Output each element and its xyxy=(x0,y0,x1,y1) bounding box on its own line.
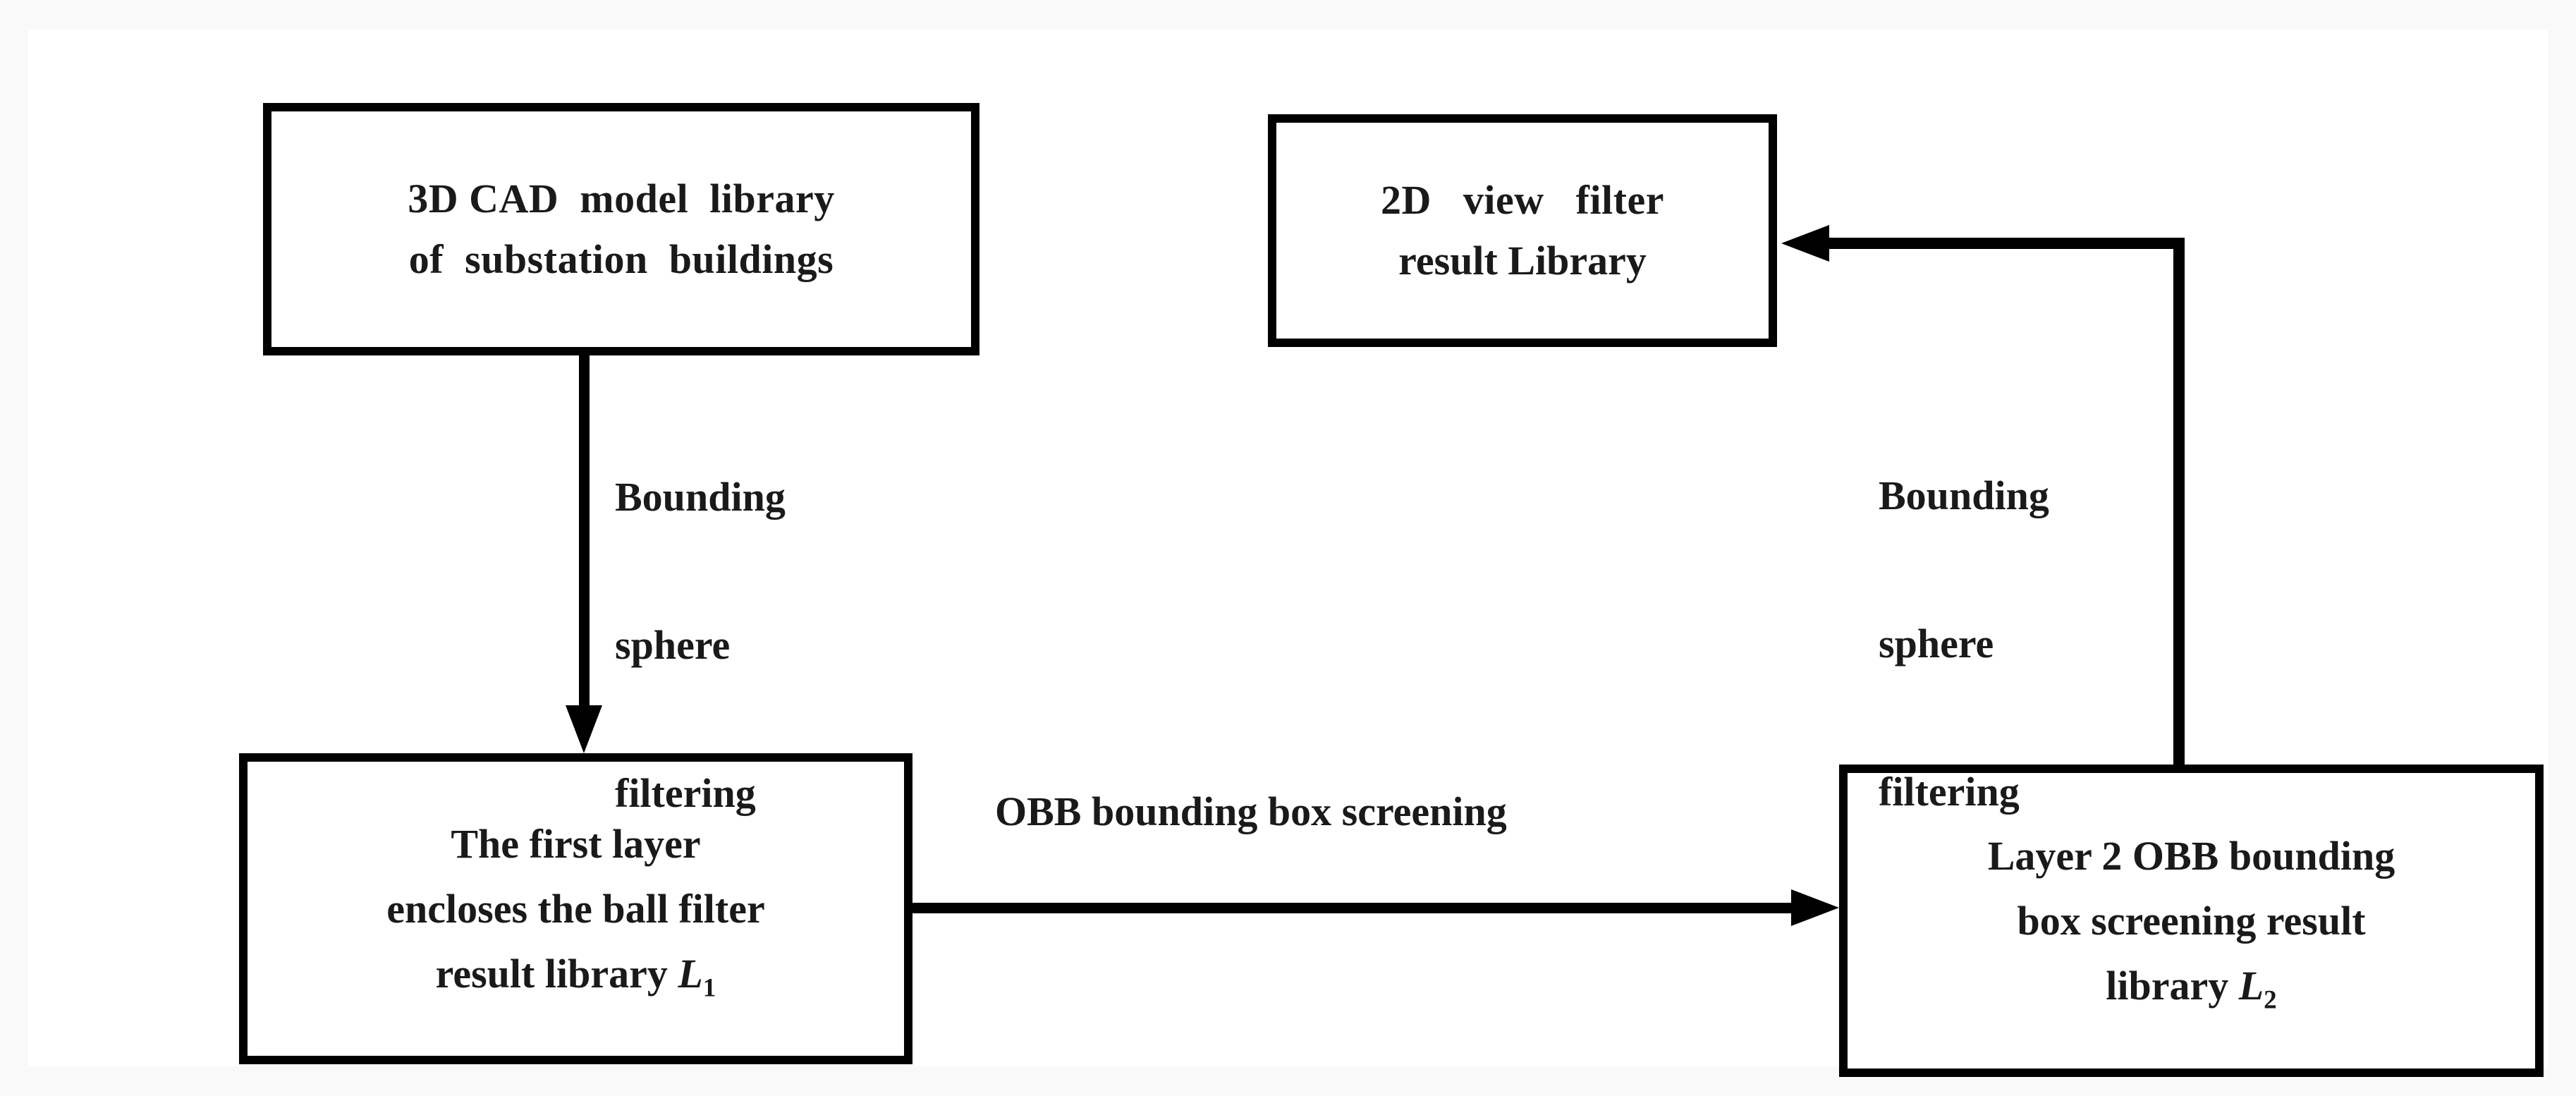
node-view-line-2: result Library xyxy=(1398,238,1647,284)
edge-label-left-line-3: filtering xyxy=(615,770,756,816)
arrowhead-left-icon xyxy=(1781,225,1829,262)
node-l1-line-3: result library L1 xyxy=(435,950,716,1001)
connector-layer2-to-view-horizontal xyxy=(1819,238,2185,249)
node-2d-view-filter-result-library[interactable]: 2D view filter result Library xyxy=(1268,114,1777,347)
diagram-page: 3D CAD model library of substation build… xyxy=(0,0,2576,1096)
edge-label-right-line-3: filtering xyxy=(1879,769,2020,815)
node-layer1-result-library[interactable]: The first layer encloses the ball filter… xyxy=(239,753,912,1064)
node-view-line-1: 2D view filter xyxy=(1381,177,1664,223)
edge-label-layer1-to-layer2: OBB bounding box screening xyxy=(995,788,1507,834)
node-l2-library-subscript: 2 xyxy=(2264,985,2277,1015)
node-l1-library-subscript: 1 xyxy=(702,973,716,1003)
edge-label-right-line-2: sphere xyxy=(1879,621,1994,666)
edge-label-layer2-to-view: Bounding sphere filtering xyxy=(1879,381,2049,907)
node-l2-line-3: library L2 xyxy=(2106,962,2276,1013)
diagram-canvas: 3D CAD model library of substation build… xyxy=(28,30,2548,1077)
node-l1-library-symbol: L xyxy=(678,950,703,997)
node-l1-line-3-prefix: result library xyxy=(435,950,678,997)
node-l2-library-symbol: L xyxy=(2238,962,2264,1009)
node-cad-line-1: 3D CAD model library xyxy=(408,176,835,221)
connector-layer1-to-layer2-line xyxy=(912,903,1794,913)
edge-label-left-line-1: Bounding xyxy=(615,474,786,520)
connector-cad-to-layer1-line xyxy=(579,355,590,708)
arrowhead-right-icon xyxy=(1791,889,1839,926)
edge-label-left-line-2: sphere xyxy=(615,622,731,668)
edge-label-right-line-1: Bounding xyxy=(1879,473,2049,518)
node-l2-line-3-prefix: library xyxy=(2106,962,2239,1009)
connector-layer2-to-view-vertical xyxy=(2173,238,2185,765)
node-cad-model-library[interactable]: 3D CAD model library of substation build… xyxy=(263,103,979,355)
node-l2-line-2: box screening result xyxy=(2017,897,2366,944)
arrowhead-down-icon xyxy=(566,705,602,753)
edge-label-cad-to-layer1: Bounding sphere filtering xyxy=(615,382,786,908)
node-cad-line-2: of substation buildings xyxy=(408,236,834,282)
